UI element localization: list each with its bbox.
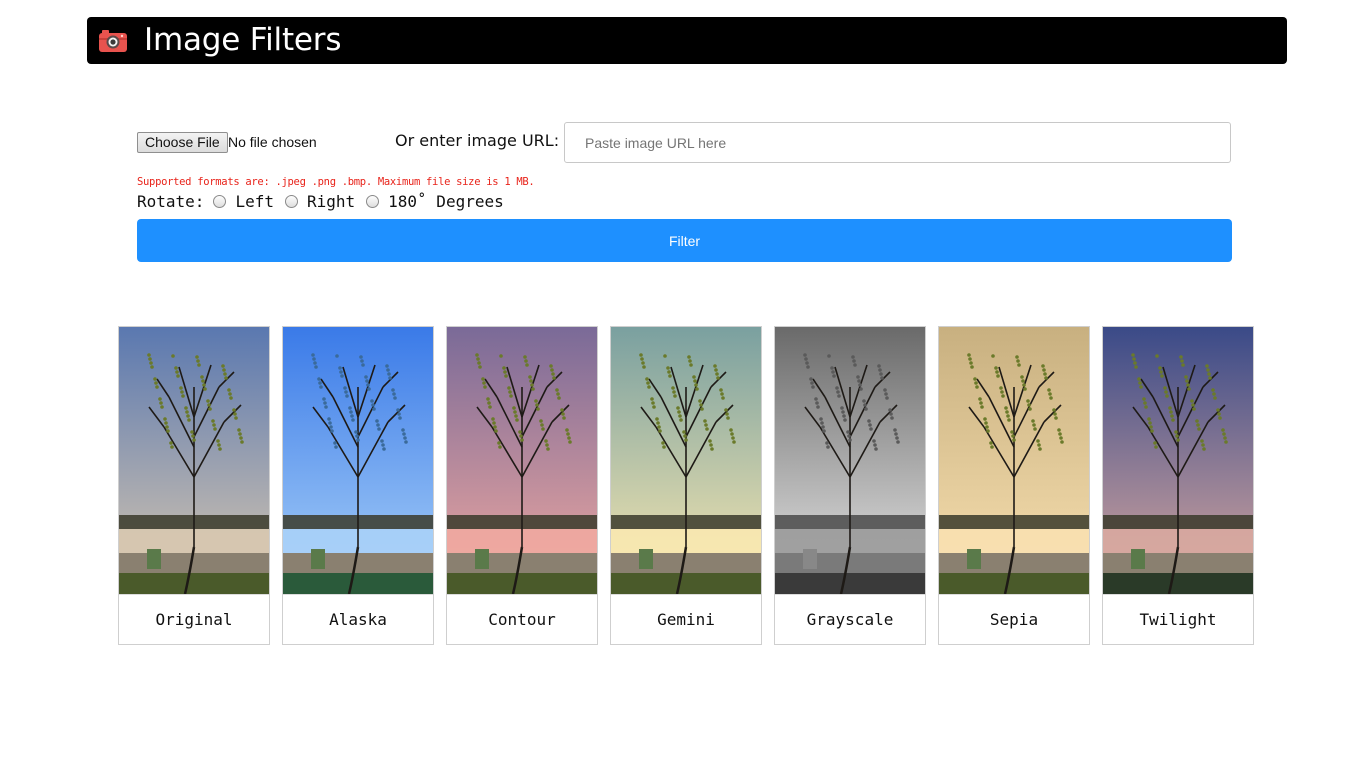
filter-preview-image xyxy=(1103,327,1253,594)
rotate-180-radio[interactable] xyxy=(366,194,380,208)
filter-card-twilight[interactable]: Twilight xyxy=(1102,326,1254,645)
filter-caption: Sepia xyxy=(939,594,1089,644)
filter-card-original[interactable]: Original xyxy=(118,326,270,645)
filter-preview-image xyxy=(611,327,761,594)
page-title: Image Filters xyxy=(144,22,342,58)
filter-card-alaska[interactable]: Alaska xyxy=(282,326,434,645)
rotate-right-radio[interactable] xyxy=(284,194,298,208)
file-status-text: No file chosen xyxy=(228,134,317,150)
filter-card-sepia[interactable]: Sepia xyxy=(938,326,1090,645)
choose-file-button[interactable]: Choose File xyxy=(137,132,228,153)
filter-card-contour[interactable]: Contour xyxy=(446,326,598,645)
image-url-input[interactable] xyxy=(564,122,1231,163)
filter-preview-image xyxy=(447,327,597,594)
filter-preview-image xyxy=(775,327,925,594)
rotate-options: Rotate: Left Right 180˚ Degrees xyxy=(137,191,515,211)
app-header: Image Filters xyxy=(87,17,1287,64)
url-label: Or enter image URL: xyxy=(395,131,560,150)
filter-caption: Original xyxy=(119,594,269,644)
camera-icon xyxy=(99,29,127,52)
rotate-180-label: 180˚ Degrees xyxy=(388,191,504,211)
filter-caption: Contour xyxy=(447,594,597,644)
supported-formats-hint: Supported formats are: .jpeg .png .bmp. … xyxy=(137,176,535,188)
filter-card-gemini[interactable]: Gemini xyxy=(610,326,762,645)
filter-card-grayscale[interactable]: Grayscale xyxy=(774,326,926,645)
filter-caption: Alaska xyxy=(283,594,433,644)
rotate-right-label: Right xyxy=(306,191,356,211)
filter-preview-image xyxy=(119,327,269,594)
rotate-left-label: Left xyxy=(235,191,274,211)
filter-preview-image xyxy=(939,327,1089,594)
filter-caption: Twilight xyxy=(1103,594,1253,644)
filter-caption: Grayscale xyxy=(775,594,925,644)
filter-button[interactable]: Filter xyxy=(137,219,1232,262)
rotate-label: Rotate: xyxy=(137,191,205,211)
filter-caption: Gemini xyxy=(611,594,761,644)
rotate-left-radio[interactable] xyxy=(213,194,227,208)
filter-preview-image xyxy=(283,327,433,594)
